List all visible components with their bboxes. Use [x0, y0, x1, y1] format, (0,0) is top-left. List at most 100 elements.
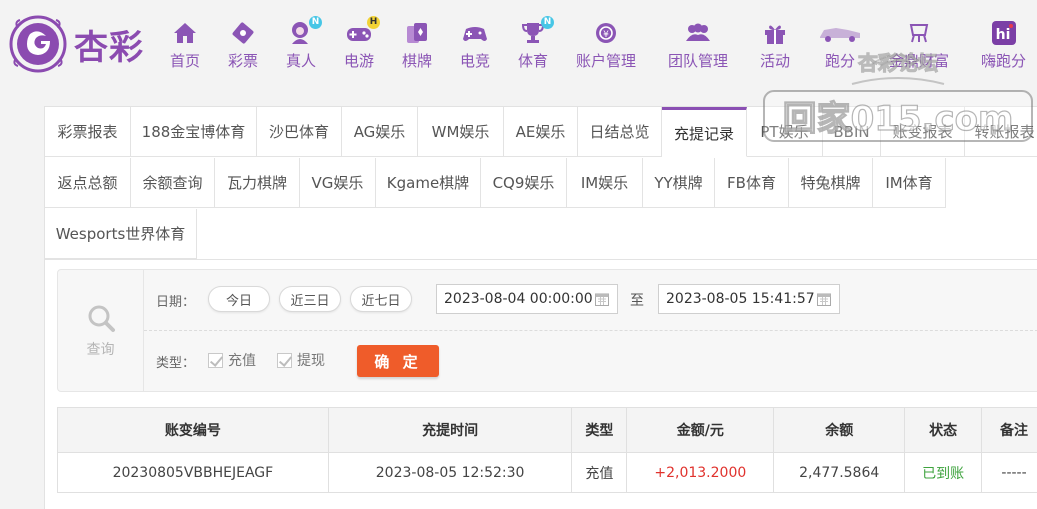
tab-tetu-cards[interactable]: 特兔棋牌 [789, 158, 873, 208]
tab-rebate-total[interactable]: 返点总额 [45, 158, 131, 208]
cell-remark: ----- [981, 452, 1037, 493]
nav-promotions[interactable]: 活动 [760, 20, 790, 72]
tab-yy-cards[interactable]: YY棋牌 [643, 158, 715, 208]
quick-3days-button[interactable]: 近三日 [279, 286, 341, 312]
tab-transfer-report[interactable]: 转账报表 [965, 107, 1037, 157]
tab-fb-sports[interactable]: FB体育 [715, 158, 789, 208]
end-date-value: 2023-08-05 15:41:57 [666, 291, 815, 307]
page: 杏彩 首页 彩票 N 真人 H 电游 棋牌 电竞 N 体育 ¥ 账户管理 团队管… [0, 0, 1037, 509]
trophy-icon: N [518, 16, 554, 46]
esports-controller-icon [460, 20, 490, 46]
table-row: 20230805VBBHEJEAGF 2023-08-05 12:52:30 充… [57, 452, 1037, 493]
nav-cards[interactable]: 棋牌 [402, 20, 432, 72]
quick-today-button[interactable]: 今日 [208, 286, 270, 312]
tab-balance-change-report[interactable]: 账变报表 [881, 107, 965, 157]
col-header-type: 类型 [571, 407, 628, 453]
car-icon [818, 20, 862, 46]
team-icon [683, 20, 713, 46]
nav-egames[interactable]: H 电游 [344, 16, 380, 72]
report-panel: 彩票报表 188金宝博体育 沙巴体育 AG娱乐 WM娱乐 AE娱乐 日结总览 充… [44, 106, 1037, 509]
cell-balance: 2,477.5864 [773, 452, 906, 493]
tab-pt[interactable]: PT娱乐 [747, 107, 823, 157]
tab-balance-query[interactable]: 余额查询 [131, 158, 215, 208]
col-header-status: 状态 [904, 407, 983, 453]
brand-logo[interactable]: 杏彩 [8, 14, 168, 74]
col-header-amount: 金额/元 [626, 407, 775, 453]
search-icon [88, 305, 115, 332]
confirm-button[interactable]: 确 定 [357, 345, 439, 377]
tab-ag[interactable]: AG娱乐 [342, 107, 418, 157]
tab-im[interactable]: IM娱乐 [567, 158, 643, 208]
tab-wali-cards[interactable]: 瓦力棋牌 [215, 158, 300, 208]
account-icon: ¥ [591, 20, 621, 46]
table-header-row: 账变编号 充提时间 类型 金额/元 余额 状态 备注 [57, 407, 1037, 453]
date-range-separator: 至 [630, 293, 644, 309]
query-row-divider [144, 330, 1037, 331]
col-header-time: 充提时间 [327, 407, 573, 453]
tab-lottery-report[interactable]: 彩票报表 [45, 107, 131, 157]
new-badge: N [309, 16, 322, 29]
nav-team[interactable]: 团队管理 [668, 20, 728, 72]
type-deposit-checkbox[interactable]: 充值 [208, 350, 256, 370]
lottery-icon [228, 20, 258, 46]
tab-im-sports[interactable]: IM体育 [873, 158, 946, 208]
cell-amount: +2,013.2000 [626, 452, 775, 493]
type-withdraw-label: 提现 [297, 353, 325, 369]
col-header-remark: 备注 [981, 407, 1037, 453]
svg-text:¥: ¥ [603, 30, 609, 40]
nav-wealth[interactable]: 金鼎财富 [889, 20, 949, 72]
brand-name: 杏彩 [74, 27, 144, 68]
nav-hi-run-score[interactable]: hi 嗨跑分 [981, 20, 1026, 72]
new-badge: N [541, 16, 554, 29]
cards-icon [402, 20, 432, 46]
calendar-icon [595, 293, 609, 306]
live-dealer-icon: N [286, 16, 322, 46]
tab-cq9[interactable]: CQ9娱乐 [481, 158, 567, 208]
type-withdraw-checkbox[interactable]: 提现 [277, 350, 325, 370]
logo-emblem-icon [9, 15, 67, 73]
tab-bbin[interactable]: BBIN [823, 107, 881, 157]
col-header-balance: 余额 [773, 407, 906, 453]
tab-wesports[interactable]: Wesports世界体育 [45, 209, 197, 259]
tab-wm[interactable]: WM娱乐 [418, 107, 504, 157]
start-date-value: 2023-08-04 00:00:00 [444, 291, 593, 307]
records-table: 账变编号 充提时间 类型 金额/元 余额 状态 备注 20230805VBBHE… [57, 407, 1037, 493]
nav-home[interactable]: 首页 [170, 20, 200, 72]
date-label: 日期： [156, 295, 196, 310]
gift-icon [760, 20, 790, 46]
svg-text:hi: hi [995, 27, 1010, 43]
nav-live[interactable]: N 真人 [286, 16, 322, 72]
tab-188-sports[interactable]: 188金宝博体育 [131, 107, 257, 157]
cell-time: 2023-08-05 12:52:30 [327, 452, 573, 493]
top-nav: 杏彩 首页 彩票 N 真人 H 电游 棋牌 电竞 N 体育 ¥ 账户管理 团队管… [0, 0, 1037, 90]
tab-saba-sports[interactable]: 沙巴体育 [257, 107, 342, 157]
search-button[interactable]: 查询 [58, 270, 144, 391]
cell-type: 充值 [571, 452, 628, 493]
start-date-input[interactable]: 2023-08-04 00:00:00 [436, 284, 618, 314]
tab-daily-summary[interactable]: 日结总览 [578, 107, 662, 157]
hi-icon: hi [989, 20, 1019, 46]
tabs-divider [45, 259, 1037, 260]
tab-vg[interactable]: VG娱乐 [300, 158, 376, 208]
tab-kgame-cards[interactable]: Kgame棋牌 [376, 158, 481, 208]
wealth-icon [904, 20, 934, 46]
tab-ae[interactable]: AE娱乐 [504, 107, 578, 157]
end-date-input[interactable]: 2023-08-05 15:41:57 [658, 284, 840, 314]
checkbox-box [277, 352, 292, 368]
home-icon [170, 20, 200, 46]
nav-account[interactable]: ¥ 账户管理 [576, 20, 636, 72]
quick-7days-button[interactable]: 近七日 [350, 286, 412, 312]
hot-badge: H [367, 16, 380, 29]
gamepad-icon: H [344, 16, 380, 46]
nav-lottery[interactable]: 彩票 [228, 20, 258, 72]
cell-transaction-id: 20230805VBBHEJEAGF [57, 452, 329, 493]
nav-sports[interactable]: N 体育 [518, 16, 554, 72]
type-label: 类型： [156, 356, 196, 371]
search-label: 查询 [86, 341, 115, 358]
nav-esports[interactable]: 电竞 [460, 20, 490, 72]
checkbox-box [208, 352, 223, 368]
cell-status: 已到账 [904, 452, 983, 493]
col-header-transaction-id: 账变编号 [57, 407, 329, 453]
tab-deposit-withdraw-records[interactable]: 充提记录 [662, 107, 747, 157]
nav-run-score[interactable]: 跑分 [818, 20, 862, 72]
